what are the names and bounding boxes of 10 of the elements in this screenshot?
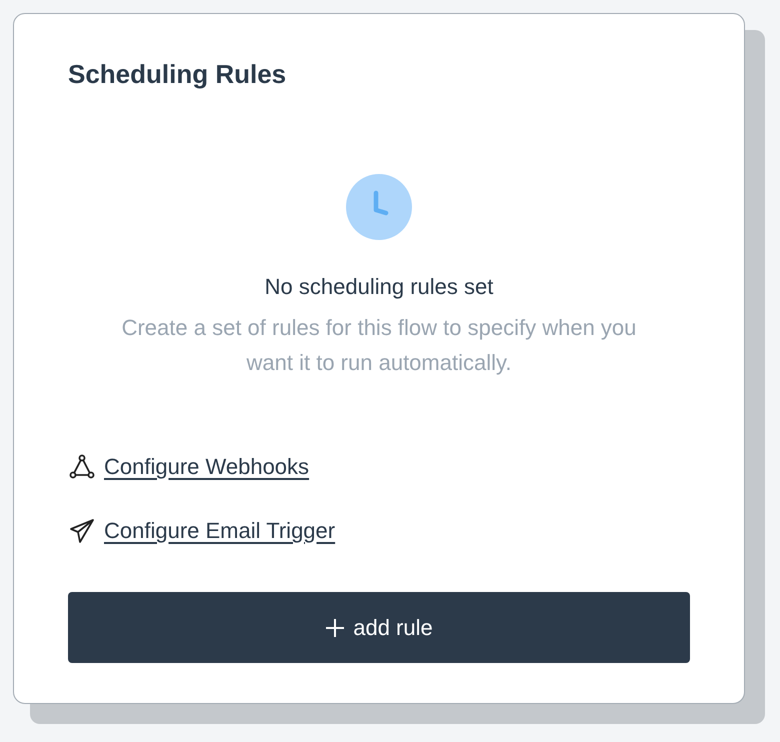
configure-link[interactable]: Configure Webhooks bbox=[104, 452, 310, 482]
panel-title: Scheduling Rules bbox=[68, 58, 288, 91]
empty-description: Create a set of rules for this flow to specify when you want it to run automatically. bbox=[120, 314, 638, 377]
clock-icon bbox=[346, 174, 412, 240]
paper-plane-icon bbox=[68, 517, 96, 545]
plus-icon bbox=[325, 618, 346, 638]
configure-link[interactable]: Configure Email Trigger bbox=[104, 516, 336, 546]
webhook-icon bbox=[68, 453, 96, 481]
empty-heading: No scheduling rules set bbox=[264, 273, 494, 301]
add-rule-button[interactable]: add rule bbox=[68, 592, 690, 663]
